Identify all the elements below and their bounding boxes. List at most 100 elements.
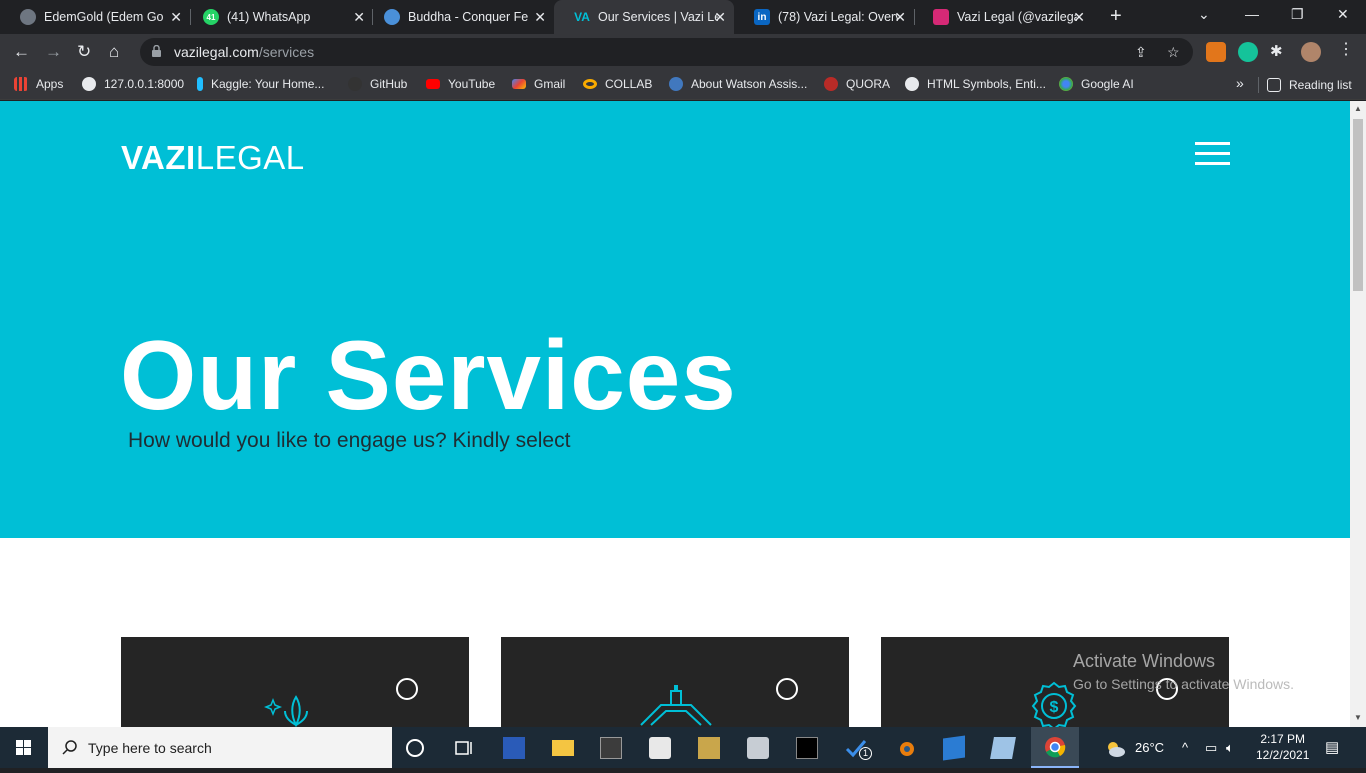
- service-radio[interactable]: [776, 678, 798, 700]
- bookmark-label: COLLAB: [605, 77, 653, 91]
- bookmark-apps[interactable]: Apps: [14, 77, 63, 91]
- cmd-icon[interactable]: [796, 737, 818, 759]
- home-button[interactable]: ⌂: [109, 42, 119, 62]
- service-radio[interactable]: [396, 678, 418, 700]
- bookmark-quora[interactable]: QUORA: [824, 77, 890, 91]
- task-view-icon[interactable]: [454, 737, 476, 759]
- scrollbar-thumb[interactable]: [1353, 119, 1363, 291]
- bookmark-label: 127.0.0.1:8000: [104, 77, 185, 91]
- grammarly-icon[interactable]: [1238, 42, 1258, 62]
- menu-dots-icon[interactable]: ⋮: [1338, 39, 1358, 59]
- clock-date: 12/2/2021: [1256, 748, 1310, 762]
- close-icon[interactable]: ✕: [534, 9, 546, 26]
- battery-icon[interactable]: ▭: [1205, 740, 1217, 756]
- restore-button[interactable]: ❐: [1291, 6, 1304, 23]
- logo-light-text: LEGAL: [195, 139, 305, 176]
- close-icon[interactable]: ✕: [894, 9, 906, 26]
- bookmark-youtube[interactable]: YouTube: [426, 77, 495, 91]
- scroll-down-arrow-icon[interactable]: ▼: [1354, 713, 1362, 722]
- vazi-logo-icon: VA: [574, 10, 590, 24]
- bookmark-localhost[interactable]: 127.0.0.1:8000: [82, 77, 184, 91]
- bookmark-colab[interactable]: COLLAB: [583, 77, 652, 91]
- extensions-puzzle-icon[interactable]: ✱: [1270, 42, 1290, 62]
- file-explorer-icon[interactable]: [552, 740, 574, 756]
- tab-whatsapp[interactable]: 41 (41) WhatsApp ✕: [183, 0, 373, 34]
- tab-our-services[interactable]: VA Our Services | Vazi Leg ✕: [554, 0, 734, 34]
- bookmark-label: Google AI: [1081, 77, 1134, 91]
- vscode-tasks-icon[interactable]: 1: [845, 737, 872, 760]
- page-scrollbar[interactable]: ▲ ▼: [1350, 101, 1366, 727]
- service-card[interactable]: [121, 637, 469, 727]
- tab-search-chevron-icon[interactable]: ⌄: [1198, 6, 1210, 23]
- cortana-icon[interactable]: [406, 739, 424, 757]
- watson-icon: [669, 77, 683, 91]
- logo-bold-text: VAZI: [121, 139, 196, 176]
- blender-icon[interactable]: [894, 737, 916, 759]
- tray-chevron-icon[interactable]: ^: [1182, 740, 1188, 755]
- bookmarks-bar: Apps 127.0.0.1:8000 Kaggle: Your Home...…: [0, 70, 1366, 100]
- tab-instagram[interactable]: Vazi Legal (@vazilegal ✕: [913, 0, 1093, 34]
- bookmark-gmail[interactable]: Gmail: [512, 77, 565, 91]
- service-card[interactable]: [501, 637, 849, 727]
- minimize-button[interactable]: —: [1245, 6, 1259, 22]
- page-viewport: VAZILEGAL Our Services How would you lik…: [0, 101, 1350, 727]
- tab-title: (41) WhatsApp: [227, 10, 311, 24]
- bookmark-google-ai[interactable]: Google AI: [1059, 77, 1134, 91]
- bookmark-label: QUORA: [846, 77, 891, 91]
- system-app-icon[interactable]: [747, 737, 769, 759]
- reading-list-button[interactable]: Reading list: [1258, 77, 1352, 93]
- taskbar-search[interactable]: Type here to search: [48, 727, 392, 768]
- volume-icon[interactable]: 🔈︎: [1226, 740, 1234, 756]
- start-button[interactable]: [0, 727, 48, 768]
- windows-taskbar: Type here to search 1 26°C ^ ▭ 🔈︎ 2:17 P…: [0, 727, 1366, 768]
- bookmark-label: Apps: [36, 77, 64, 91]
- profile-avatar[interactable]: [1301, 42, 1321, 62]
- close-icon[interactable]: ✕: [170, 9, 182, 26]
- word-icon[interactable]: [698, 737, 720, 759]
- share-icon[interactable]: ⇪: [1135, 44, 1147, 61]
- svg-text:$: $: [1050, 699, 1059, 716]
- scroll-up-arrow-icon[interactable]: ▲: [1354, 104, 1362, 113]
- reload-button[interactable]: ↻: [77, 42, 91, 62]
- windows-activation-watermark: Activate Windows Go to Settings to activ…: [1073, 651, 1294, 692]
- address-bar[interactable]: vazilegal.com/services ⇪ ☆: [140, 38, 1193, 66]
- system-clock[interactable]: 2:17 PM 12/2/2021: [1256, 731, 1309, 763]
- forward-button[interactable]: →: [45, 42, 62, 62]
- new-tab-button[interactable]: +: [1110, 5, 1122, 28]
- bookmark-label: YouTube: [448, 77, 496, 91]
- azure-app-icon[interactable]: [943, 735, 965, 761]
- window-close-button[interactable]: ✕: [1337, 6, 1349, 23]
- close-icon[interactable]: ✕: [714, 9, 726, 26]
- bookmark-github[interactable]: GitHub: [348, 77, 407, 91]
- media-player-icon[interactable]: [649, 737, 671, 759]
- weather-icon[interactable]: [1103, 739, 1125, 761]
- windows-logo-icon: [16, 740, 31, 755]
- instagram-icon: [933, 9, 949, 25]
- powershell-icon[interactable]: [503, 737, 525, 759]
- dollar-badge-icon: $: [1031, 681, 1077, 727]
- url-host: vazilegal.com: [174, 44, 259, 60]
- notes-app-icon[interactable]: [990, 737, 1016, 759]
- back-button[interactable]: ←: [13, 42, 30, 62]
- bookmark-html-symbols[interactable]: HTML Symbols, Enti...: [905, 77, 1046, 91]
- close-icon[interactable]: ✕: [1073, 9, 1085, 26]
- bookmark-watson[interactable]: About Watson Assis...: [669, 77, 807, 91]
- tab-title: Vazi Legal (@vazilegal: [957, 10, 1077, 24]
- hamburger-menu-icon[interactable]: [1195, 142, 1230, 166]
- metamask-icon[interactable]: [1206, 42, 1226, 62]
- plant-sparkle-icon: [263, 695, 308, 727]
- chrome-taskbar-button[interactable]: [1031, 727, 1079, 768]
- site-logo[interactable]: VAZILEGAL: [121, 139, 305, 177]
- page-subtitle: How would you like to engage us? Kindly …: [128, 429, 571, 452]
- notification-center-icon[interactable]: ▤: [1325, 738, 1339, 756]
- tab-title: Our Services | Vazi Leg: [598, 10, 718, 24]
- temperature-text[interactable]: 26°C: [1135, 740, 1164, 755]
- bookmark-star-icon[interactable]: ☆: [1167, 44, 1180, 61]
- more-bookmarks-button[interactable]: »: [1236, 75, 1244, 91]
- tab-buddha[interactable]: Buddha - Conquer Fe ✕: [364, 0, 554, 34]
- bookmark-kaggle[interactable]: Kaggle: Your Home...: [197, 77, 324, 91]
- terminal-window-icon[interactable]: [600, 737, 622, 759]
- tab-github[interactable]: EdemGold (Edem Gold ✕: [0, 0, 190, 34]
- tab-title: EdemGold (Edem Gold: [44, 10, 164, 24]
- tab-linkedin[interactable]: in (78) Vazi Legal: Overvi ✕: [734, 0, 914, 34]
